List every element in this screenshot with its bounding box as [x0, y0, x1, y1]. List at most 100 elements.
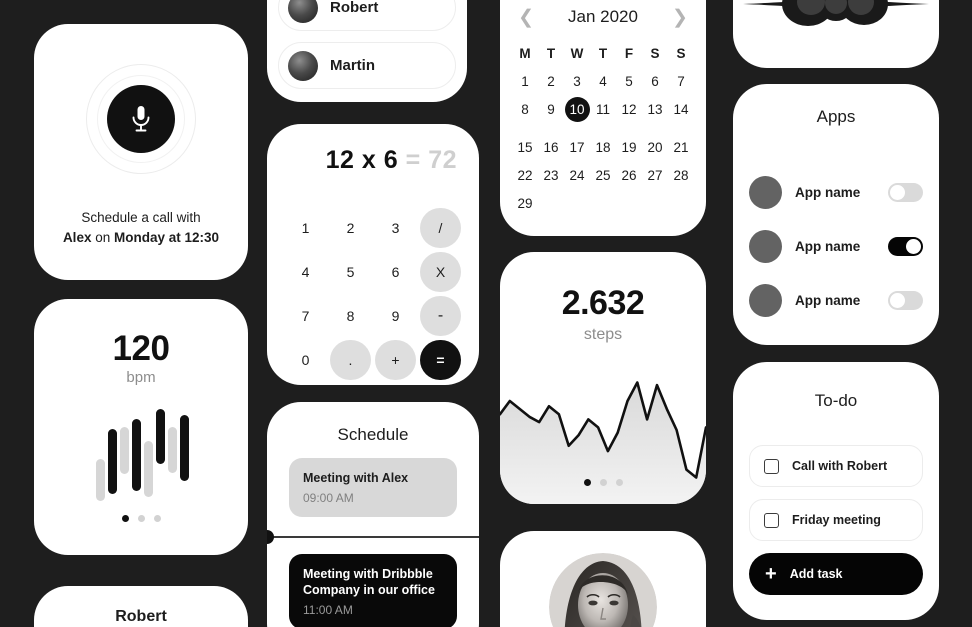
calendar-day[interactable]: 4 — [590, 74, 616, 89]
calendar-weekday: T — [546, 46, 556, 61]
schedule-event[interactable]: Meeting with Alex 09:00 AM — [289, 458, 457, 517]
calendar-day[interactable]: 18 — [590, 140, 616, 155]
calendar-grid[interactable]: M T W T F S S 1 2 3 4 5 6 7 8 9 10 11 12 13 14 15 16 17 18 19 20 21… — [512, 46, 694, 211]
schedule-event[interactable]: Meeting with Dribbble Company in our off… — [289, 554, 457, 627]
app-row[interactable]: App name — [749, 175, 923, 209]
calc-key-4[interactable]: 4 — [283, 252, 328, 292]
calculator-card[interactable]: 12 x 6 = 7 2 1 2 3/ 4 5 6 X 7 8 9- 0. + = — [267, 124, 479, 385]
chevron-left-icon[interactable]: ❮ — [518, 8, 534, 27]
calc-key-8[interactable]: 8 — [328, 296, 373, 336]
calendar-day-label: 19 — [621, 140, 637, 155]
heart-rate-bar — [108, 429, 117, 494]
pager-dot[interactable] — [137, 515, 145, 522]
calendar-day[interactable]: 21 — [668, 140, 694, 155]
calendar-day[interactable]: 1 — [512, 74, 538, 89]
event-title: Meeting with Alex — [303, 471, 409, 485]
app-toggle[interactable] — [888, 236, 923, 256]
calendar-day[interactable]: 13 — [642, 102, 668, 127]
todo-item[interactable]: Call with Robert — [749, 445, 923, 487]
audio-waveform-card[interactable] — [733, 0, 939, 68]
calc-key-7[interactable]: 7 — [283, 296, 328, 336]
photo-card[interactable] — [500, 531, 706, 627]
checkbox[interactable] — [764, 458, 779, 474]
pager-dot[interactable] — [599, 479, 607, 486]
calc-key-equals[interactable]: = — [420, 340, 461, 380]
app-icon — [749, 175, 782, 209]
mic-button[interactable] — [107, 85, 175, 153]
calc-key-1[interactable]: 1 — [283, 208, 328, 248]
list-item[interactable]: Robert — [278, 0, 456, 31]
steps-card[interactable]: 2.632 steps — [500, 252, 706, 504]
calendar-card[interactable]: ❮ Jan 2020 ❯ M T W T F S S 1 2 3 4 5 6 7 8 9 10 11 12 13 14 1… — [500, 0, 706, 236]
pager-dot[interactable] — [615, 479, 623, 486]
calc-expression: 12 x 6 — [325, 146, 399, 174]
calendar-day[interactable]: 24 — [564, 168, 590, 183]
calendar-day[interactable]: 5 — [616, 74, 642, 89]
calendar-day[interactable]: 12 — [616, 102, 642, 127]
todo-item[interactable]: Friday meeting — [749, 499, 923, 541]
calc-key-0[interactable]: 0 — [283, 340, 328, 380]
checkbox[interactable] — [764, 512, 779, 528]
calc-key-9[interactable]: 9 — [373, 296, 418, 336]
calendar-day[interactable]: 9 — [538, 102, 564, 127]
plus-icon: + — [765, 563, 777, 585]
calendar-day[interactable]: 17 — [564, 140, 590, 155]
voice-assistant-card[interactable]: Schedule a call with Alex on Monday at 1… — [34, 24, 248, 280]
calendar-day[interactable]: 11 — [590, 102, 616, 127]
steps-pager[interactable] — [500, 479, 706, 486]
calc-key-6[interactable]: 6 — [373, 252, 418, 292]
contacts-card[interactable]: Robert Martin — [267, 0, 467, 102]
add-task-button[interactable]: + Add task — [749, 553, 923, 595]
calendar-day[interactable]: 7 — [668, 74, 694, 89]
calendar-day[interactable]: 16 — [538, 140, 564, 155]
app-row[interactable]: App name — [749, 229, 923, 263]
contact-card-robert[interactable]: Robert — [34, 586, 248, 627]
apps-card[interactable]: Apps App name App name App name — [733, 84, 939, 345]
calendar-day[interactable]: 14 — [668, 102, 694, 127]
calendar-day[interactable]: 25 — [590, 168, 616, 183]
calendar-day-label: 29 — [517, 196, 533, 211]
calc-key-divide[interactable]: / — [420, 208, 461, 248]
heart-rate-bar — [132, 419, 141, 491]
list-item[interactable]: Martin — [278, 42, 456, 89]
app-row[interactable]: App name — [749, 283, 923, 317]
calendar-day[interactable]: 8 — [512, 102, 538, 127]
calendar-day[interactable]: 23 — [538, 168, 564, 183]
calendar-day[interactable]: 22 — [512, 168, 538, 183]
app-toggle[interactable] — [888, 182, 923, 202]
voice-mid: on — [91, 230, 114, 245]
calc-key-2[interactable]: 2 — [328, 208, 373, 248]
calendar-day-label: 21 — [673, 140, 689, 155]
calendar-day[interactable]: 26 — [616, 168, 642, 183]
calc-key-multiply[interactable]: X — [420, 252, 461, 292]
calendar-day[interactable]: 10 — [564, 97, 590, 127]
calendar-day-label: 14 — [673, 102, 689, 117]
calc-key-plus[interactable]: + — [375, 340, 416, 380]
calendar-day-label: 25 — [595, 168, 611, 183]
schedule-card[interactable]: Schedule Meeting with Alex 09:00 AM Meet… — [267, 402, 479, 627]
portrait-photo — [549, 553, 657, 627]
calculator-keypad[interactable]: 1 2 3/ 4 5 6 X 7 8 9- 0. + = — [283, 208, 463, 380]
calendar-day[interactable]: 6 — [642, 74, 668, 89]
calendar-day[interactable]: 27 — [642, 168, 668, 183]
chevron-right-icon[interactable]: ❯ — [672, 8, 688, 27]
todo-card[interactable]: To-do Call with Robert Friday meeting + … — [733, 362, 939, 620]
pager-dot[interactable] — [121, 515, 129, 522]
pager-dot[interactable] — [153, 515, 161, 522]
calc-key-5[interactable]: 5 — [328, 252, 373, 292]
calendar-day[interactable]: 15 — [512, 140, 538, 155]
calendar-day[interactable]: 2 — [538, 74, 564, 89]
calc-key-3[interactable]: 3 — [373, 208, 418, 248]
calc-key-dot[interactable]: . — [330, 340, 371, 380]
heart-rate-card[interactable]: 120 bpm — [34, 299, 248, 555]
heart-pager[interactable] — [34, 515, 248, 522]
calendar-day[interactable]: 19 — [616, 140, 642, 155]
calc-key-minus[interactable]: - — [420, 296, 461, 336]
heart-rate-bar — [156, 409, 165, 464]
calendar-day[interactable]: 29 — [512, 196, 538, 211]
calendar-day[interactable]: 3 — [564, 74, 590, 89]
calendar-day[interactable]: 28 — [668, 168, 694, 183]
app-toggle[interactable] — [888, 290, 923, 310]
pager-dot[interactable] — [583, 479, 591, 486]
calendar-day[interactable]: 20 — [642, 140, 668, 155]
